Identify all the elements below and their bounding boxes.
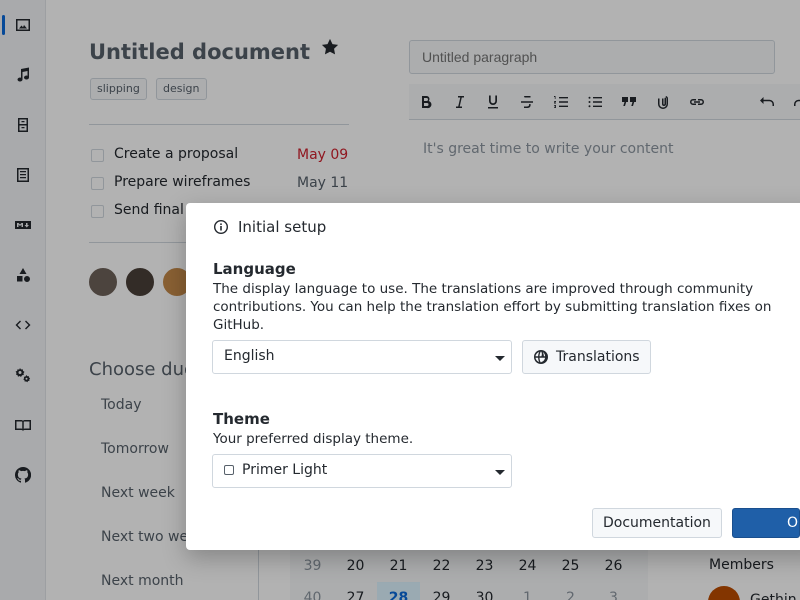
dialog-title: Initial setup [238,218,327,236]
ok-button[interactable]: OK [732,508,800,538]
language-description: The display language to use. The transla… [213,281,772,333]
documentation-button[interactable]: Documentation [592,508,722,538]
dialog-header: Initial setup [213,218,326,236]
chevron-down-icon [495,470,505,475]
language-select-value: English [224,348,275,364]
documentation-button-label: Documentation [603,515,711,531]
language-select[interactable]: English [212,340,512,374]
theme-description: Your preferred display theme. [213,431,414,447]
info-icon [214,220,228,234]
theme-select-value: Primer Light [242,462,328,478]
theme-section-title: Theme [213,410,270,428]
translations-button-label: Translations [556,349,640,365]
ok-button-label: OK [787,515,799,531]
theme-swatch-icon [224,465,234,475]
chevron-down-icon [495,356,505,361]
globe-icon [534,350,548,364]
theme-select[interactable]: Primer Light [212,454,512,488]
translations-button[interactable]: Translations [522,340,651,374]
initial-setup-dialog: Initial setup Language The display langu… [186,203,800,550]
language-section-title: Language [213,260,296,278]
